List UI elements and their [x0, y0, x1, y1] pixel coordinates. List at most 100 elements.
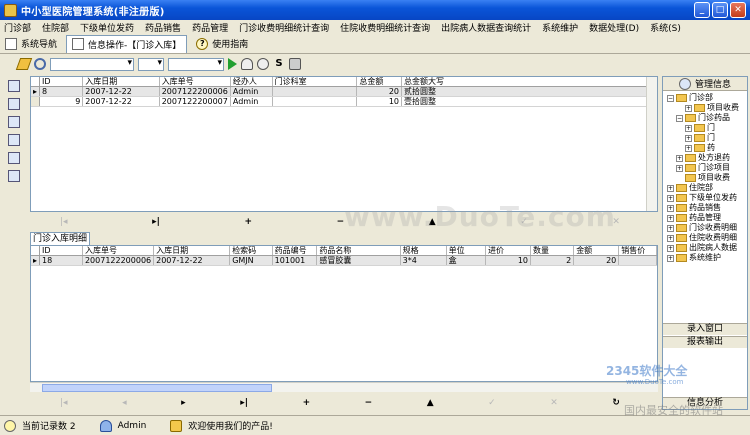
menu-item[interactable]: 药品管理 — [192, 21, 228, 34]
filter-icon[interactable] — [257, 58, 269, 70]
first-record-button[interactable]: |◂ — [60, 217, 68, 227]
form-icon[interactable] — [8, 116, 20, 128]
cell-handler[interactable]: Admin — [230, 96, 273, 107]
column-header[interactable]: 药品编号 — [272, 246, 318, 256]
cell-id[interactable]: 8 — [39, 86, 84, 97]
cell-date[interactable]: 2007-12-22 — [82, 86, 160, 97]
close-button[interactable]: ✕ — [730, 2, 746, 18]
table-row[interactable]: 9 2007-12-22 2007122200007 Admin 10 壹拾圆整 — [31, 96, 657, 107]
column-header[interactable]: 入库单号 — [159, 77, 231, 87]
cell-unit[interactable]: 盒 — [446, 255, 486, 266]
expand-icon[interactable]: + — [685, 104, 692, 112]
tree-icon[interactable] — [8, 98, 20, 110]
column-header[interactable]: 进价 — [485, 246, 532, 256]
cell-drug-name[interactable]: 感冒胶囊 — [316, 255, 401, 266]
expand-icon[interactable]: + — [667, 214, 674, 222]
collapse-icon[interactable]: − — [667, 94, 674, 102]
edit-record-button[interactable]: ▲ — [427, 398, 434, 408]
tree-node[interactable]: + 项目收费 — [667, 103, 747, 113]
maximize-button[interactable]: □ — [712, 2, 728, 18]
column-header[interactable]: 药品名称 — [316, 246, 401, 256]
post-record-button[interactable]: ✓ — [488, 398, 496, 408]
column-header[interactable]: 金额 — [573, 246, 620, 256]
expand-icon[interactable]: + — [685, 134, 692, 142]
field-select[interactable] — [50, 57, 134, 71]
chart-icon[interactable] — [8, 152, 20, 164]
menu-item[interactable]: 住院部 — [42, 21, 69, 34]
cell-amount[interactable]: 20 — [573, 255, 620, 266]
expand-icon[interactable]: + — [667, 194, 674, 202]
tree-node[interactable]: + 门诊收费明细 — [667, 223, 747, 233]
menu-item[interactable]: 系统(S) — [650, 21, 681, 34]
column-header[interactable]: 规格 — [400, 246, 447, 256]
tree-node[interactable]: + 住院收费明细 — [667, 233, 747, 243]
add-record-button[interactable]: + — [303, 398, 311, 408]
menu-item[interactable]: 门诊收费明细统计查询 — [239, 21, 329, 34]
table-icon[interactable] — [8, 134, 20, 146]
tab-info-operation[interactable]: 信息操作-【门诊入库】 — [66, 34, 188, 53]
tree-node[interactable]: − 门诊药品 — [667, 113, 747, 123]
menu-item[interactable]: 出院病人数据查询统计 — [441, 21, 531, 34]
search-icon[interactable] — [34, 58, 46, 70]
tab-navigation[interactable]: 系统导航 — [0, 35, 62, 53]
last-record-button[interactable]: ▸| — [240, 398, 248, 408]
cell-dept[interactable] — [272, 96, 358, 107]
list-icon[interactable] — [8, 80, 20, 92]
column-header[interactable]: 经办人 — [230, 77, 273, 87]
tree-node[interactable]: + 下级单位发药 — [667, 193, 747, 203]
expand-icon[interactable]: + — [667, 234, 674, 242]
scroll-thumb[interactable] — [42, 384, 272, 392]
cell-amount-cn[interactable]: 壹拾圆整 — [401, 96, 657, 107]
column-header[interactable]: 入库单号 — [82, 246, 155, 256]
add-record-button[interactable]: + — [245, 217, 253, 227]
cell-dept[interactable] — [272, 86, 358, 97]
tree-node[interactable]: + 药品管理 — [667, 213, 747, 223]
horizontal-scrollbar[interactable] — [30, 382, 658, 392]
cell-id[interactable]: 9 — [39, 96, 84, 107]
tab-entry-detail[interactable]: 门诊入库明细 — [30, 232, 90, 245]
expand-icon[interactable]: + — [685, 124, 692, 132]
cell-date[interactable]: 2007-12-22 — [82, 96, 160, 107]
refresh-record-button[interactable]: ↻ — [612, 398, 620, 408]
operator-select[interactable] — [138, 57, 164, 71]
minimize-button[interactable]: _ — [694, 2, 710, 18]
cell-id[interactable]: 18 — [39, 255, 83, 266]
cell-drug-no[interactable]: 101001 — [272, 255, 318, 266]
column-header[interactable]: 数量 — [530, 246, 575, 256]
pencil-icon[interactable] — [15, 58, 33, 70]
cell-sale-price[interactable] — [618, 255, 657, 266]
expand-icon[interactable]: + — [667, 224, 674, 232]
column-header[interactable]: 入库日期 — [153, 246, 231, 256]
entry-window-button[interactable]: 录入窗口 — [663, 323, 747, 335]
report-output-button[interactable]: 报表输出 — [663, 336, 747, 348]
tree-node[interactable]: + 处方退药 — [667, 153, 747, 163]
tree-node[interactable]: − 门诊部 — [667, 93, 747, 103]
last-record-button[interactable]: ▸| — [152, 217, 160, 227]
menu-item[interactable]: 系统维护 — [542, 21, 578, 34]
menu-item[interactable]: 住院收费明细统计查询 — [340, 21, 430, 34]
next-record-button[interactable]: ▸ — [181, 398, 186, 408]
table-row[interactable]: ▸ 8 2007-12-22 2007122200006 Admin 20 贰拾… — [31, 86, 657, 97]
column-header[interactable]: 检索码 — [229, 246, 273, 256]
cell-amount[interactable]: 10 — [356, 96, 403, 107]
expand-icon[interactable]: + — [676, 164, 683, 172]
tree-node[interactable]: + 门 — [667, 123, 747, 133]
cell-price[interactable]: 10 — [485, 255, 532, 266]
column-header[interactable]: 门诊科室 — [272, 77, 358, 87]
delete-record-button[interactable]: − — [365, 398, 373, 408]
prior-record-button[interactable]: ◂ — [122, 398, 127, 408]
edit-record-button[interactable]: ▲ — [429, 217, 436, 227]
table-row[interactable]: ▸ 18 2007122200006 2007-12-22 GMJN 10100… — [31, 255, 657, 266]
expand-icon[interactable]: + — [667, 254, 674, 262]
expand-icon[interactable]: + — [667, 204, 674, 212]
tree-node[interactable]: + 药品销售 — [667, 203, 747, 213]
cancel-record-button[interactable]: ✕ — [612, 217, 620, 227]
cancel-record-button[interactable]: ✕ — [550, 398, 558, 408]
expand-icon[interactable]: + — [667, 184, 674, 192]
play-icon[interactable] — [228, 58, 237, 70]
cell-number[interactable]: 2007122200006 — [82, 255, 155, 266]
expand-icon[interactable]: + — [676, 154, 683, 162]
cell-number[interactable]: 2007122200006 — [159, 86, 231, 97]
cell-amount[interactable]: 20 — [356, 86, 403, 97]
column-header[interactable]: 销售价 — [618, 246, 657, 256]
